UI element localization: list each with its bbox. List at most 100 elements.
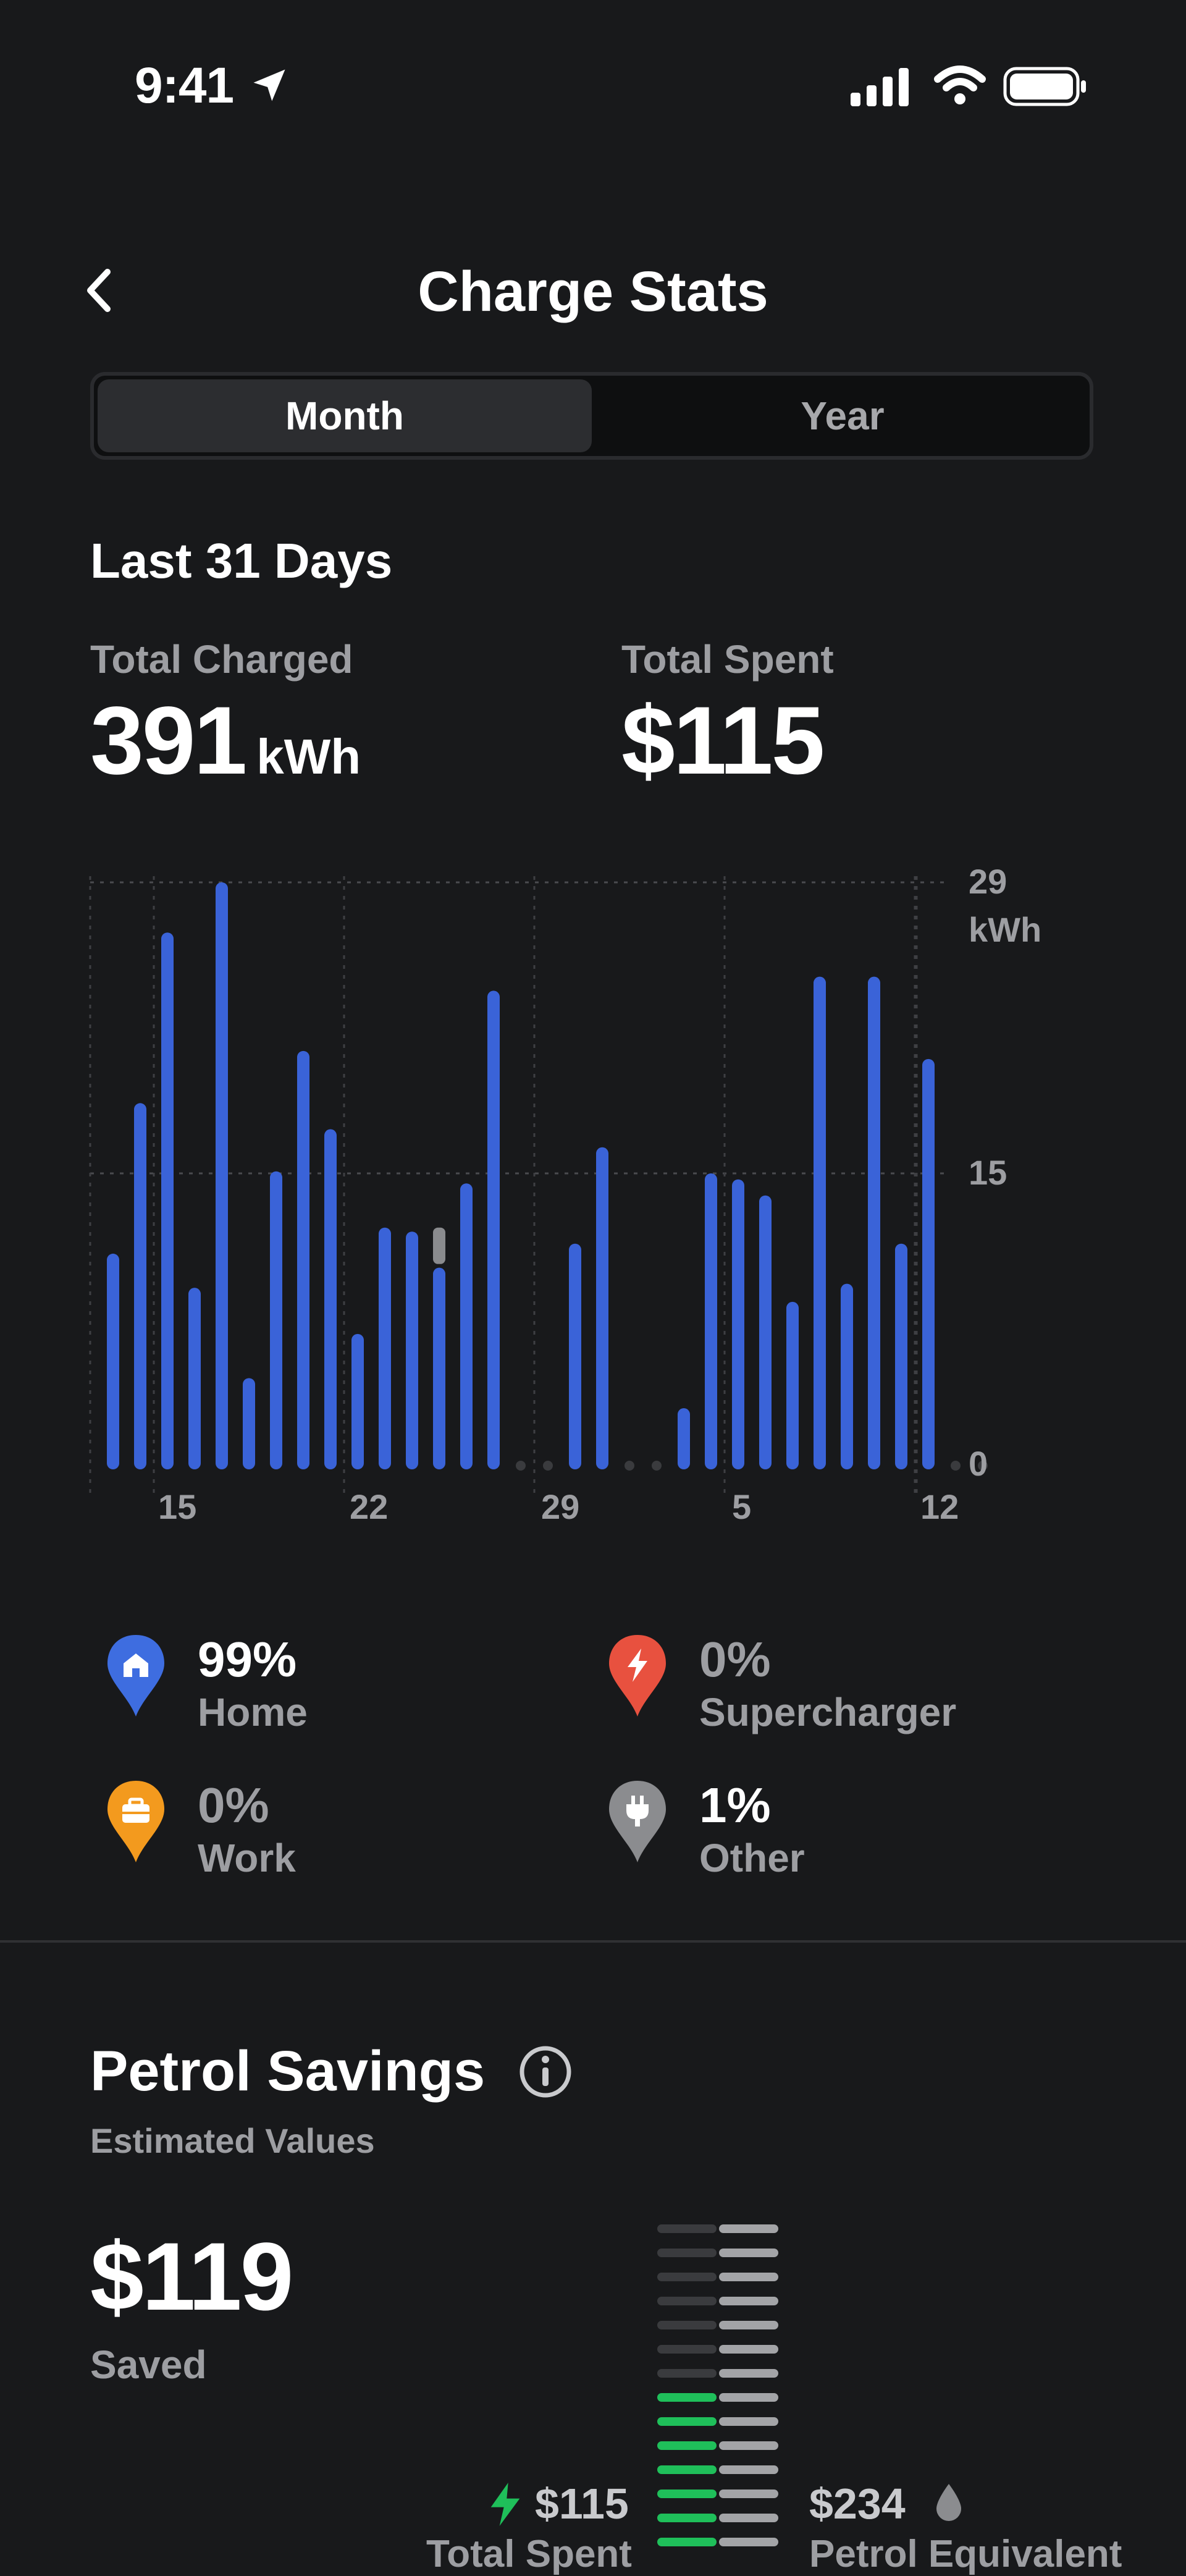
chart-ytick-unit: kWh xyxy=(969,910,1041,949)
legend-percent: 0% xyxy=(198,1778,269,1833)
chart-empty-day-dot xyxy=(951,1461,961,1471)
chart-bars xyxy=(107,882,988,1471)
petrol-bar-segment xyxy=(719,2369,778,2378)
bolt-icon xyxy=(609,1635,666,1717)
petrol-bar-segment xyxy=(719,2514,778,2522)
chart-bar xyxy=(841,1283,853,1469)
page-title: Charge Stats xyxy=(418,260,768,323)
chart-empty-day-dot xyxy=(625,1461,634,1471)
total-spent-label: Total Spent xyxy=(621,637,834,682)
wifi-icon xyxy=(934,65,986,104)
empty-bar-segment xyxy=(657,2224,717,2233)
tab-year[interactable]: Year xyxy=(595,379,1090,452)
petrol-bar-segment xyxy=(719,2465,778,2474)
chart-bar xyxy=(107,1253,119,1469)
chart-bar xyxy=(678,1408,690,1469)
chart-ytick-label: 0 xyxy=(969,1444,988,1483)
chart-bar xyxy=(379,1227,391,1469)
empty-bar-segment xyxy=(657,2321,717,2329)
spent-bar-segment xyxy=(657,2538,717,2546)
petrol-bar-segment xyxy=(719,2273,778,2281)
legend-percent: 1% xyxy=(699,1778,771,1833)
legend-label: Home xyxy=(198,1690,308,1734)
chart-xtick-label: 5 xyxy=(732,1487,751,1526)
petrol-equivalent-value: $234 xyxy=(809,2480,906,2528)
petrol-bar-segment xyxy=(719,2345,778,2354)
legend-label: Supercharger xyxy=(699,1690,957,1734)
spent-bar-segment xyxy=(657,2441,717,2450)
chart-bar xyxy=(270,1171,282,1469)
chart-bar xyxy=(216,882,228,1469)
info-icon[interactable] xyxy=(518,2044,573,2100)
petrol-bar-segment xyxy=(719,2224,778,2233)
briefcase-icon xyxy=(107,1781,164,1862)
petrol-bar-segment xyxy=(719,2417,778,2426)
status-time: 9:41 xyxy=(135,57,234,114)
chart-bar xyxy=(814,976,826,1469)
petrol-bar-segment xyxy=(719,2249,778,2257)
spent-bar-segment xyxy=(657,2417,717,2426)
empty-bar-segment xyxy=(657,2345,717,2354)
empty-bar-segment xyxy=(657,2273,717,2281)
total-charged-value: 391 kWh xyxy=(90,686,361,796)
chart-xtick-label: 12 xyxy=(920,1487,959,1526)
chart-bar xyxy=(786,1301,799,1469)
chart-empty-day-dot xyxy=(543,1461,553,1471)
empty-bar-segment xyxy=(657,2369,717,2378)
chart-bar xyxy=(188,1288,201,1469)
petrol-savings-title: Petrol Savings xyxy=(90,2040,486,2103)
chart-bar-other xyxy=(433,1227,445,1264)
petrol-savings-subtitle: Estimated Values xyxy=(90,2121,375,2160)
bolt-icon xyxy=(490,2483,520,2526)
spent-bar-segment xyxy=(657,2465,717,2474)
chart-bar xyxy=(596,1147,608,1469)
chart-bar xyxy=(487,990,500,1469)
chart-xtick-label: 29 xyxy=(541,1487,579,1526)
empty-bar-segment xyxy=(657,2249,717,2257)
petrol-bar-segment xyxy=(719,2441,778,2450)
empty-bar-segment xyxy=(657,2297,717,2305)
chart-bar xyxy=(351,1333,364,1469)
legend-percent: 99% xyxy=(198,1632,297,1687)
chart-bar xyxy=(433,1267,445,1469)
total-spent-value: $115 xyxy=(621,687,825,795)
charge-bar-chart: 29 kWh 15 0 15 22 29 5 12 xyxy=(89,862,1041,1526)
chart-bar xyxy=(569,1243,581,1469)
section-divider xyxy=(0,1940,1186,1943)
petrol-bar-segment xyxy=(719,2489,778,2498)
total-spent-compare-value: $115 xyxy=(535,2480,629,2528)
spent-bar-segment xyxy=(657,2514,717,2522)
petrol-bar-segment xyxy=(719,2297,778,2305)
plug-icon xyxy=(609,1781,666,1862)
chart-bar xyxy=(705,1173,717,1469)
chart-bar xyxy=(895,1243,907,1469)
legend-label: Work xyxy=(198,1836,296,1880)
tab-month[interactable]: Month xyxy=(98,379,592,452)
battery-icon xyxy=(1003,67,1086,106)
chart-bar xyxy=(406,1231,418,1469)
spent-bar-segment xyxy=(657,2489,717,2498)
petrol-bar-segment xyxy=(719,2321,778,2329)
legend-percent: 0% xyxy=(699,1632,771,1687)
savings-comparison-bars xyxy=(657,2224,778,2546)
chart-bar xyxy=(297,1050,309,1469)
chart-ytick-label: 15 xyxy=(969,1153,1007,1192)
total-charged-label: Total Charged xyxy=(90,637,353,682)
chart-bar xyxy=(868,976,880,1469)
saved-value: $119 xyxy=(90,2223,293,2331)
total-spent-compare-label: Total Spent xyxy=(426,2533,632,2575)
chart-bar xyxy=(460,1183,473,1469)
period-segmented-control: Month Year xyxy=(90,372,1093,460)
spent-bar-segment xyxy=(657,2393,717,2402)
fuel-drop-icon xyxy=(936,2484,961,2521)
chart-bar xyxy=(759,1195,772,1469)
chart-bar xyxy=(134,1103,146,1469)
chart-empty-day-dot xyxy=(652,1461,662,1471)
location-arrow-icon xyxy=(253,69,285,101)
home-icon xyxy=(107,1635,164,1717)
chart-ytick-label: 29 xyxy=(969,862,1007,901)
chart-bar xyxy=(243,1378,255,1469)
legend-label: Other xyxy=(699,1836,805,1880)
chart-bar xyxy=(161,932,174,1469)
petrol-equivalent-label: Petrol Equivalent xyxy=(809,2533,1122,2575)
